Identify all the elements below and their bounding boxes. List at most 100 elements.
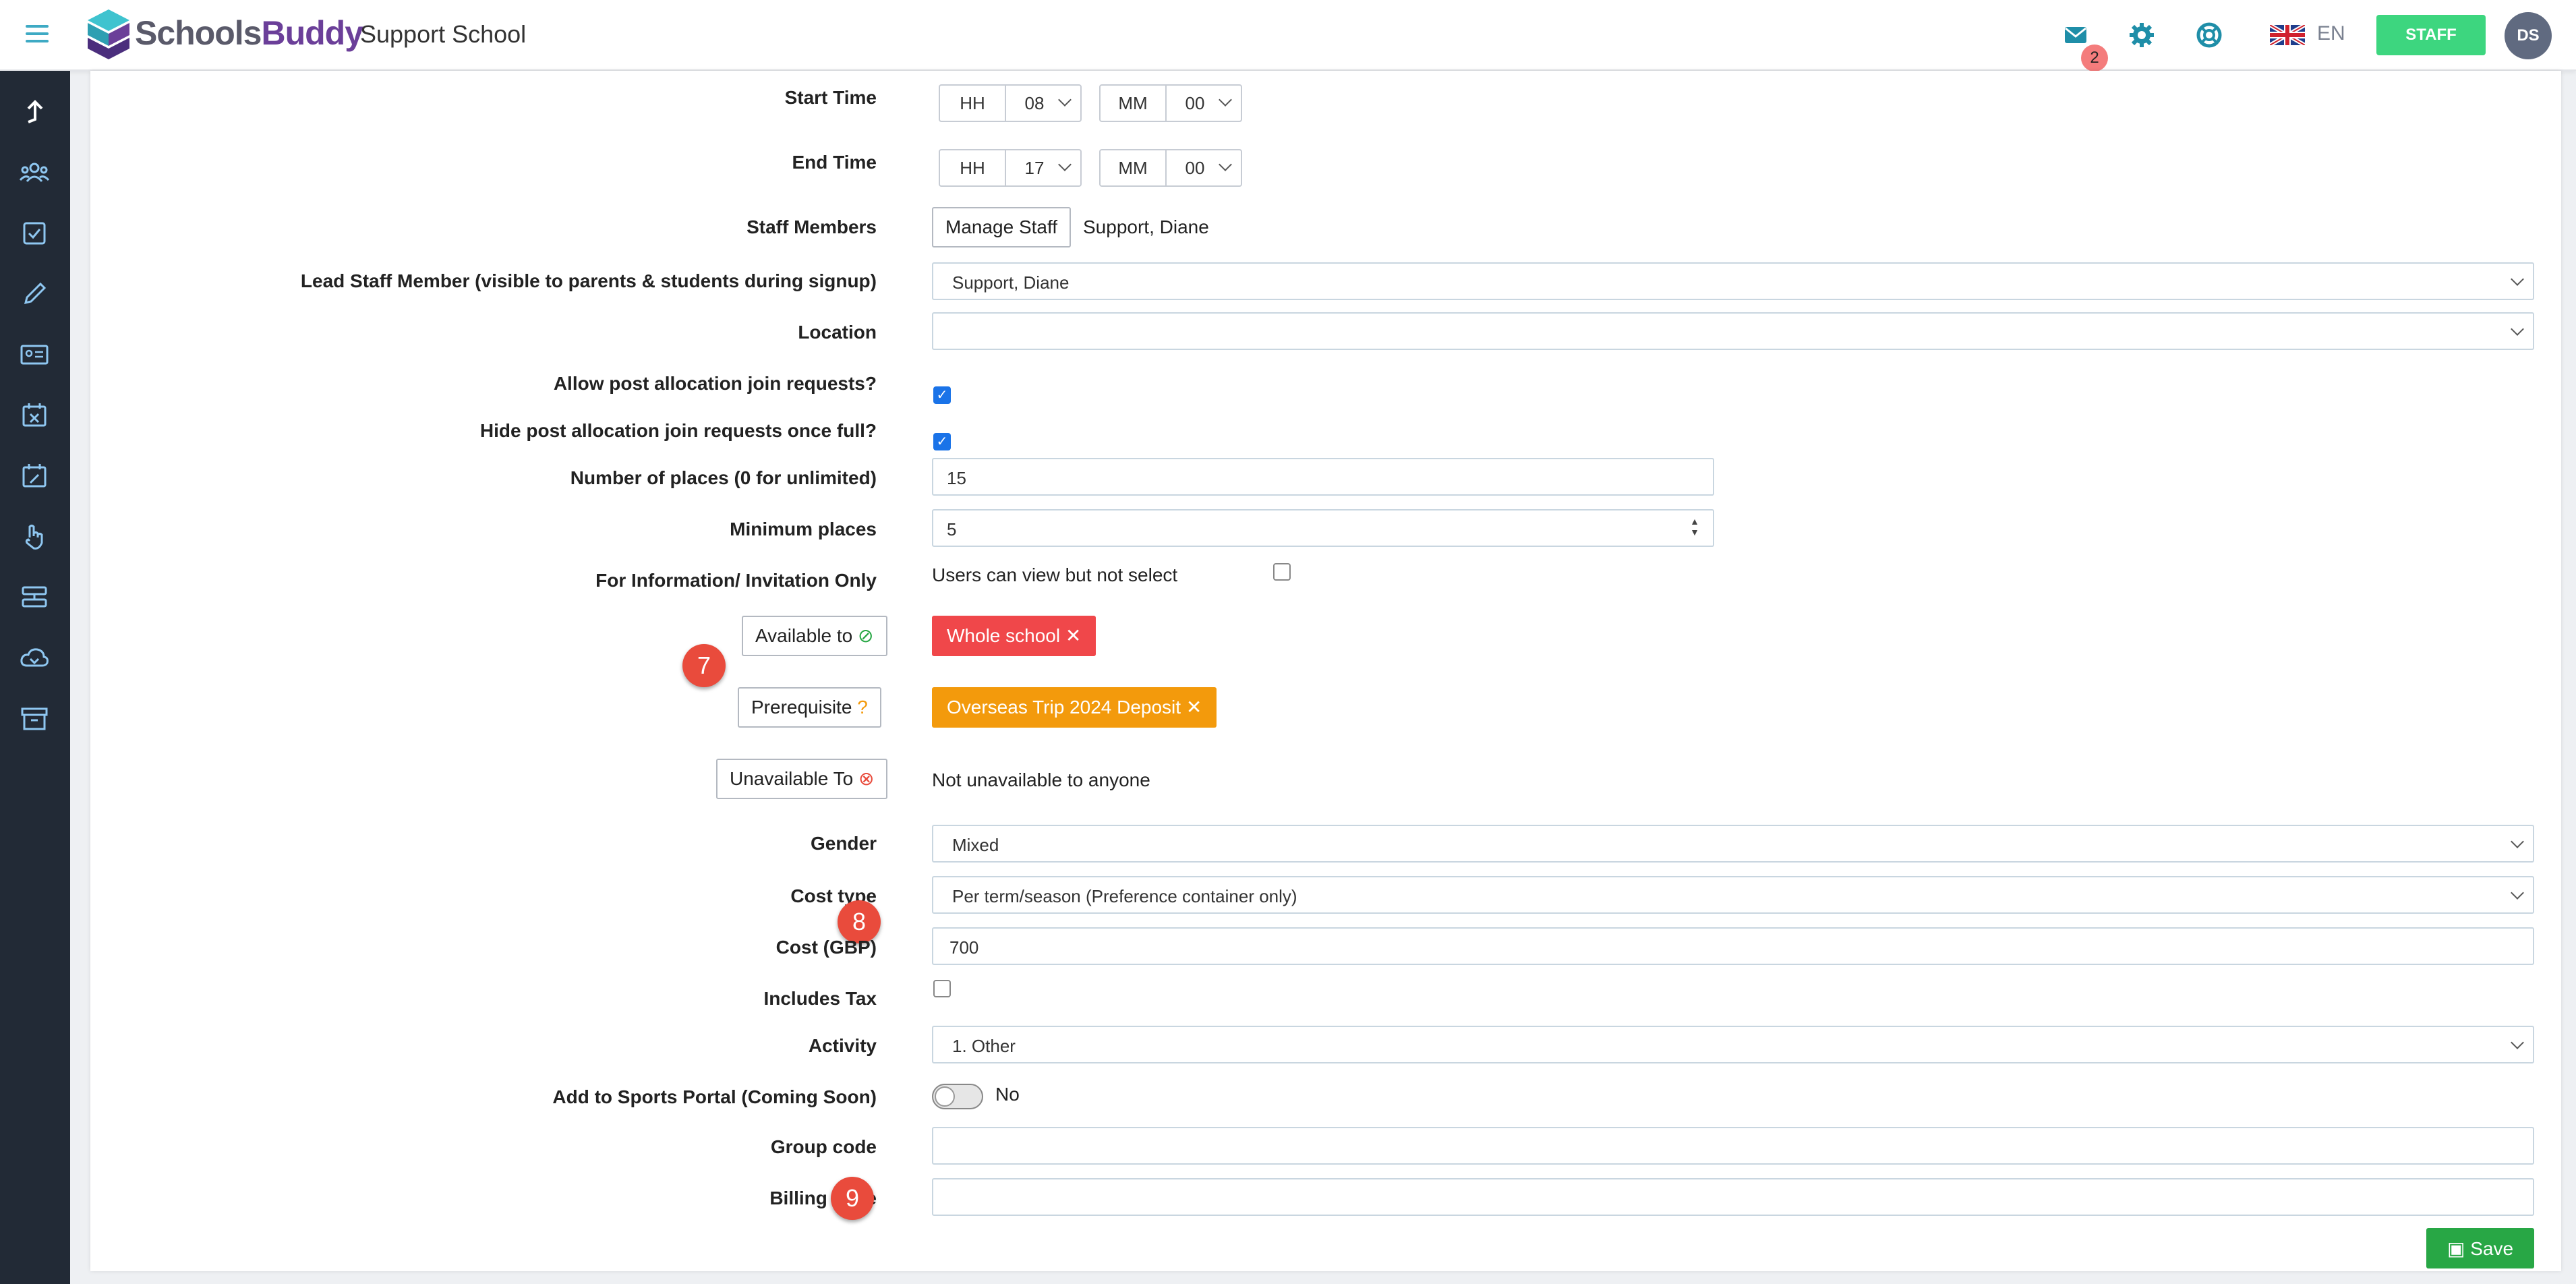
min-places-value: 5 [947,519,957,539]
save-icon: ▣ [2447,1237,2465,1259]
places-label: Number of places (0 for unlimited) [570,467,877,488]
gender-select[interactable]: Mixed [932,825,2534,863]
min-places-label: Minimum places [730,519,877,539]
mail-icon[interactable] [2061,20,2090,50]
whole-school-tag[interactable]: Whole school ✕ [932,616,1096,656]
help-lifebuoy-icon[interactable] [2194,20,2224,50]
checklist-icon[interactable] [19,218,50,249]
uk-flag-icon[interactable] [2270,25,2305,45]
archive-icon[interactable] [19,703,50,734]
end-minute-select[interactable]: MM 00 [1099,149,1242,187]
unavailable-to-text: Not unavailable to anyone [932,769,1150,790]
minute-prefix: MM [1118,93,1148,113]
staff-members-value: Support, Diane [1083,216,1209,237]
whole-school-label: Whole school [947,625,1061,646]
allow-post-allocation-label: Allow post allocation join requests? [553,373,877,394]
prerequisite-button[interactable]: Prerequisite ? [738,687,881,728]
allow-post-allocation-checkbox[interactable]: ✓ [933,386,951,404]
top-bar: SchoolsBuddy Support School 2 EN STAFF D… [0,0,2576,71]
location-select[interactable] [932,312,2534,350]
prerequisite-tag[interactable]: Overseas Trip 2024 Deposit ✕ [932,687,1217,728]
cloud-download-icon[interactable] [19,643,50,674]
calendar-edit-icon[interactable] [19,461,50,492]
id-card-icon[interactable] [19,339,50,370]
chevron-down-icon [2511,835,2524,848]
start-minute-value: 00 [1185,93,1205,113]
info-only-label: For Information/ Invitation Only [595,570,877,591]
gender-value: Mixed [952,835,999,855]
group-code-input[interactable] [932,1127,2534,1165]
activity-value: 1. Other [952,1036,1016,1056]
calendar-cancel-icon[interactable] [19,400,50,431]
lead-staff-select[interactable]: Support, Diane [932,262,2534,300]
sports-portal-label: Add to Sports Portal (Coming Soon) [552,1086,877,1107]
hour-prefix: HH [960,93,985,113]
pencil-icon[interactable] [19,279,50,310]
sidebar [0,71,70,1284]
end-minute-value: 00 [1185,158,1205,178]
start-hour-value: 08 [1024,93,1045,113]
minute-prefix: MM [1118,158,1148,178]
group-icon[interactable] [19,157,50,188]
available-to-button[interactable]: Available to ⊘ [742,616,887,656]
gender-label: Gender [810,833,877,854]
chevron-down-icon [2511,1036,2524,1049]
hour-prefix: HH [960,158,985,178]
brand-part1: Schools [135,14,262,52]
language-selector[interactable]: EN [2317,22,2345,45]
lead-staff-label: Lead Staff Member (visible to parents & … [300,270,877,291]
menu-icon[interactable] [26,20,57,47]
lead-staff-value: Support, Diane [952,272,1070,293]
toggle-knob [935,1086,955,1107]
check-circle-icon: ⊘ [858,625,874,646]
unavailable-to-label: Unavailable To [730,768,854,789]
min-places-stepper[interactable]: 5 ▲ ▼ [932,509,1714,547]
group-code-label: Group code [770,1136,877,1157]
location-label: Location [798,322,877,343]
info-only-text: Users can view but not select [932,564,1178,585]
cost-input[interactable]: 700 [932,927,2534,965]
end-hour-select[interactable]: HH 17 [939,149,1082,187]
info-only-checkbox[interactable] [1273,563,1291,581]
remove-tag-icon[interactable]: ✕ [1065,625,1081,646]
save-button[interactable]: ▣ Save [2426,1228,2534,1268]
cost-value: 700 [949,937,979,958]
activity-select[interactable]: 1. Other [932,1026,2534,1063]
unavailable-to-button[interactable]: Unavailable To ⊗ [716,759,888,799]
question-circle-icon: ? [857,697,868,718]
step-marker-7: 7 [682,644,726,687]
billing-code-input[interactable] [932,1178,2534,1216]
end-hour-value: 17 [1024,158,1045,178]
end-time-label: End Time [792,152,877,173]
activity-label: Activity [808,1035,877,1056]
chevron-down-icon [2511,272,2524,286]
manage-staff-button[interactable]: Manage Staff [932,207,1072,247]
remove-tag-icon[interactable]: ✕ [1186,697,1202,718]
includes-tax-label: Includes Tax [763,988,877,1009]
up-arrow-icon[interactable] [19,96,50,127]
cost-type-select[interactable]: Per term/season (Preference container on… [932,876,2534,914]
places-value: 15 [947,468,966,488]
staff-button[interactable]: STAFF [2376,15,2486,55]
start-minute-select[interactable]: MM 00 [1099,84,1242,122]
hand-icon[interactable] [19,521,50,552]
hide-post-allocation-checkbox[interactable]: ✓ [933,433,951,450]
start-hour-select[interactable]: HH 08 [939,84,1082,122]
staff-members-label: Staff Members [747,216,877,237]
server-icon[interactable] [19,582,50,613]
sports-portal-toggle[interactable] [932,1084,983,1109]
school-name: Support School [360,20,527,48]
prerequisite-label: Prerequisite [751,697,852,718]
avatar[interactable]: DS [2505,12,2552,59]
schoolsbuddy-logo [88,9,129,59]
gear-icon[interactable] [2127,20,2157,50]
prerequisite-tag-label: Overseas Trip 2024 Deposit [947,697,1181,718]
stepper-arrows-icon[interactable]: ▲ ▼ [1690,516,1699,537]
brand-name: SchoolsBuddy [135,13,363,53]
chevron-down-icon [2511,886,2524,900]
cost-label: Cost (GBP) [775,937,877,958]
cost-type-value: Per term/season (Preference container on… [952,886,1297,906]
places-input[interactable]: 15 [932,458,1714,496]
hide-post-allocation-label: Hide post allocation join requests once … [479,420,877,441]
includes-tax-checkbox[interactable] [933,980,951,997]
